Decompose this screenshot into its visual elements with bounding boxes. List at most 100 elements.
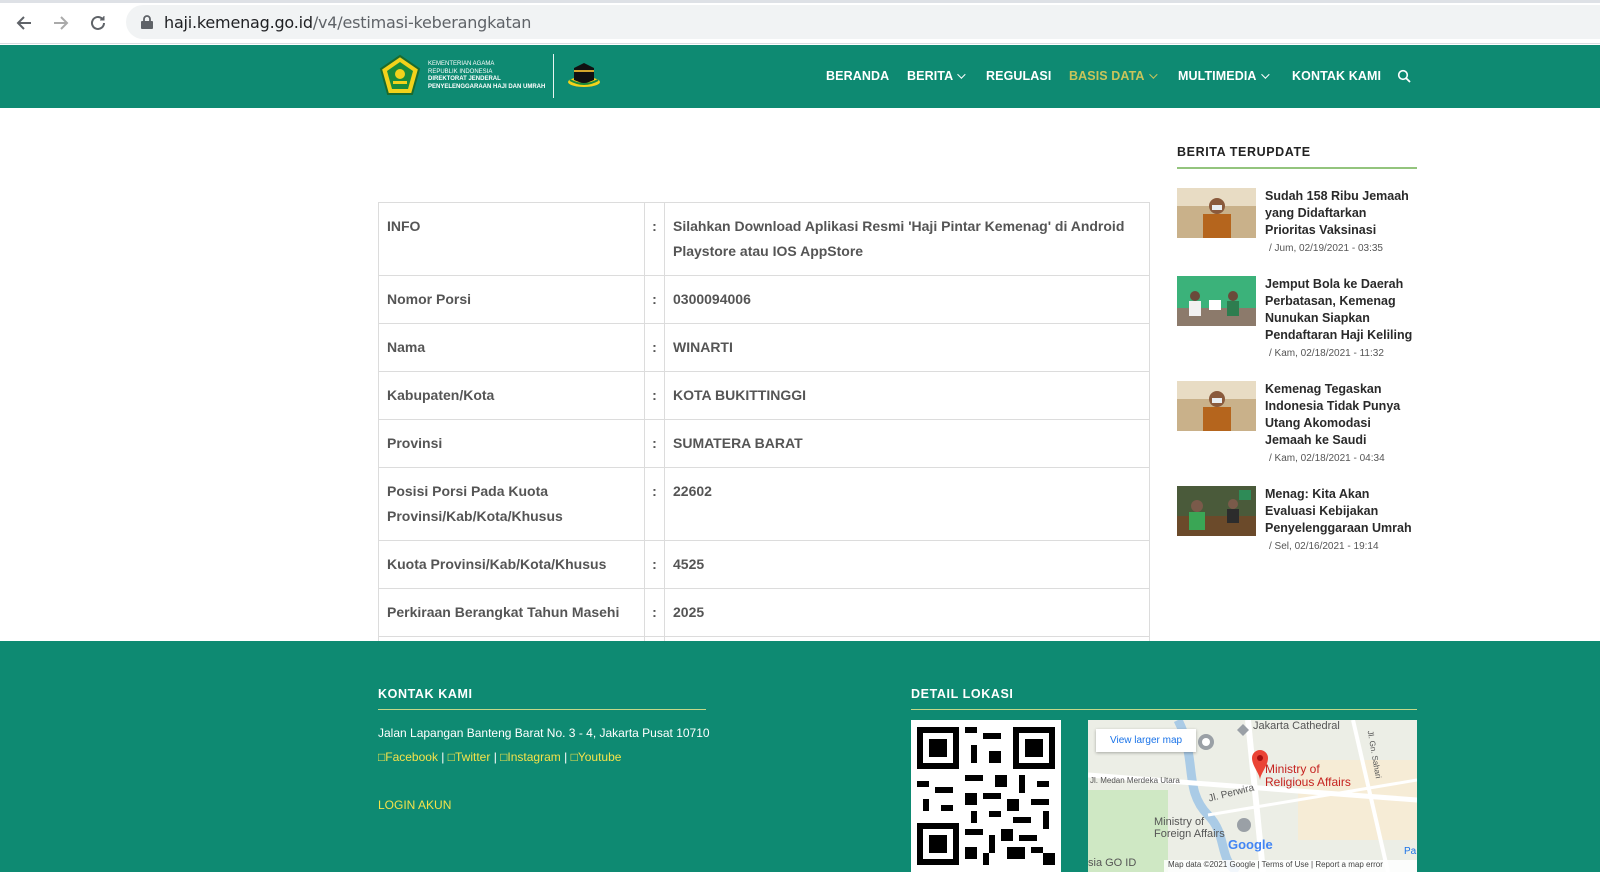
nav-multimedia[interactable]: MULTIMEDIA xyxy=(1178,69,1270,83)
table-row: Kuota Provinsi/Kab/Kota/Khusus : 4525 xyxy=(378,540,1150,589)
row-value: 0300094006 xyxy=(664,275,1150,324)
table-row: Perkiraan Berangkat Tahun Masehi : 2025 xyxy=(378,588,1150,637)
news-title[interactable]: Jemput Bola ke Daerah Perbatasan, Kemena… xyxy=(1265,276,1417,344)
map-label: sia GO ID xyxy=(1088,857,1137,869)
news-date: / Kam, 02/18/2021 - 04:34 xyxy=(1269,453,1385,464)
news-date: / Kam, 02/18/2021 - 11:32 xyxy=(1269,348,1384,359)
google-logo: Google xyxy=(1228,837,1273,852)
table-row: Nama : WINARTI xyxy=(378,323,1150,372)
row-key: Nomor Porsi xyxy=(378,275,645,324)
youtube-link[interactable]: □Youtube xyxy=(571,750,622,764)
news-item[interactable]: Menag: Kita Akan Evaluasi Kebijakan Peny… xyxy=(1177,486,1417,556)
row-value: KOTA BUKITTINGGI xyxy=(664,371,1150,420)
news-photo-icon xyxy=(1177,276,1256,326)
table-row: Nomor Porsi : 0300094006 xyxy=(378,275,1150,324)
row-separator: : xyxy=(644,588,665,637)
map-label: Jakarta Cathedral xyxy=(1253,720,1340,732)
map-label: Pa xyxy=(1404,846,1417,857)
tab-strip-edge xyxy=(0,0,1600,3)
reload-icon xyxy=(91,15,105,30)
social-separator: | xyxy=(493,750,497,764)
location-map[interactable]: View larger map Jakarta Cathedral Jl. Me… xyxy=(1088,720,1417,872)
estimation-table: INFO : Silahkan Download Aplikasi Resmi … xyxy=(378,202,1150,685)
row-separator: : xyxy=(644,540,665,589)
contact-address: Jalan Lapangan Banteng Barat No. 3 - 4, … xyxy=(378,726,710,740)
back-button[interactable] xyxy=(11,10,37,36)
news-item[interactable]: Kemenag Tegaskan Indonesia Tidak Punya U… xyxy=(1177,381,1417,466)
map-label: Jl. Medan Merdeka Utara xyxy=(1090,776,1180,785)
chevron-down-icon xyxy=(957,70,966,79)
news-thumbnail[interactable] xyxy=(1177,276,1256,326)
reload-button[interactable] xyxy=(85,10,111,36)
news-thumbnail[interactable] xyxy=(1177,381,1256,431)
row-key: Nama xyxy=(378,323,645,372)
lock-icon xyxy=(141,15,153,29)
row-key: Posisi Porsi Pada Kuota Provinsi/Kab/Kot… xyxy=(378,467,645,541)
news-photo-icon xyxy=(1177,486,1256,536)
table-row: Kabupaten/Kota : KOTA BUKITTINGGI xyxy=(378,371,1150,420)
nav-beranda[interactable]: BERANDA xyxy=(826,69,889,83)
news-photo-icon xyxy=(1177,188,1256,238)
site-footer: KONTAK KAMI Jalan Lapangan Banteng Barat… xyxy=(0,641,1600,872)
table-row: INFO : Silahkan Download Aplikasi Resmi … xyxy=(378,202,1150,276)
news-thumbnail[interactable] xyxy=(1177,188,1256,238)
forward-button[interactable] xyxy=(48,10,74,36)
arrow-left-icon xyxy=(16,16,31,30)
chevron-down-icon xyxy=(1148,70,1158,79)
row-separator: : xyxy=(644,419,665,468)
row-key: Kabupaten/Kota xyxy=(378,371,645,420)
row-separator: : xyxy=(644,202,665,276)
browser-toolbar: haji.kemenag.go.id/v4/estimasi-keberangk… xyxy=(0,0,1600,44)
contact-title: KONTAK KAMI xyxy=(378,687,706,710)
row-key: Provinsi xyxy=(378,419,645,468)
row-value: 2025 xyxy=(664,588,1150,637)
social-separator: | xyxy=(441,750,445,764)
nav-basis-data[interactable]: BASIS DATA xyxy=(1069,69,1158,83)
row-value: 22602 xyxy=(664,467,1150,541)
arrow-right-icon xyxy=(54,16,69,30)
row-value: SUMATERA BARAT xyxy=(664,419,1150,468)
facebook-link[interactable]: □Facebook xyxy=(378,750,438,764)
nav-berita[interactable]: BERITA xyxy=(907,69,966,83)
main-navigation: BERANDA BERITA REGULASI BASIS DATA MULTI… xyxy=(0,45,1600,108)
news-title[interactable]: Menag: Kita Akan Evaluasi Kebijakan Peny… xyxy=(1265,486,1417,537)
qr-code-icon xyxy=(911,721,1061,871)
login-link[interactable]: LOGIN AKUN xyxy=(378,798,451,812)
row-key: INFO xyxy=(378,202,645,276)
qr-code xyxy=(911,720,1061,872)
row-separator: : xyxy=(644,275,665,324)
news-photo-icon xyxy=(1177,381,1256,431)
row-separator: : xyxy=(644,371,665,420)
location-title: DETAIL LOKASI xyxy=(911,687,1417,710)
search-icon[interactable] xyxy=(1397,69,1411,83)
row-key: Perkiraan Berangkat Tahun Masehi xyxy=(378,588,645,637)
news-title[interactable]: Sudah 158 Ribu Jemaah yang Didaftarkan P… xyxy=(1265,188,1417,239)
news-title[interactable]: Kemenag Tegaskan Indonesia Tidak Punya U… xyxy=(1265,381,1417,449)
address-bar[interactable]: haji.kemenag.go.id/v4/estimasi-keberangk… xyxy=(126,5,1600,39)
row-value: Silahkan Download Aplikasi Resmi 'Haji P… xyxy=(664,202,1150,276)
row-separator: : xyxy=(644,323,665,372)
map-attribution[interactable]: Map data ©2021 Google | Terms of Use | R… xyxy=(1164,860,1417,872)
twitter-link[interactable]: □Twitter xyxy=(448,750,491,764)
row-value: WINARTI xyxy=(664,323,1150,372)
social-links: □Facebook | □Twitter | □Instagram | □You… xyxy=(378,750,621,764)
instagram-link[interactable]: □Instagram xyxy=(500,750,561,764)
row-separator: : xyxy=(644,467,665,541)
map-pin-label: Ministry of Religious Affairs xyxy=(1265,762,1351,789)
news-date: / Jum, 02/19/2021 - 03:35 xyxy=(1269,243,1383,254)
nav-kontak-kami[interactable]: KONTAK KAMI xyxy=(1292,69,1381,83)
nav-regulasi[interactable]: REGULASI xyxy=(986,69,1051,83)
news-date: / Sel, 02/16/2021 - 19:14 xyxy=(1269,541,1379,552)
table-row: Provinsi : SUMATERA BARAT xyxy=(378,419,1150,468)
news-item[interactable]: Sudah 158 Ribu Jemaah yang Didaftarkan P… xyxy=(1177,188,1417,268)
table-row: Posisi Porsi Pada Kuota Provinsi/Kab/Kot… xyxy=(378,467,1150,541)
view-larger-map-link[interactable]: View larger map xyxy=(1096,729,1197,752)
site-header: KEMENTERIAN AGAMA REPUBLIK INDONESIA DIR… xyxy=(0,45,1600,108)
row-value: 4525 xyxy=(664,540,1150,589)
news-thumbnail[interactable] xyxy=(1177,486,1256,536)
row-key: Kuota Provinsi/Kab/Kota/Khusus xyxy=(378,540,645,589)
chevron-down-icon xyxy=(1260,70,1270,79)
news-item[interactable]: Jemput Bola ke Daerah Perbatasan, Kemena… xyxy=(1177,276,1417,371)
sidebar-title: BERITA TERUPDATE xyxy=(1177,145,1417,169)
social-separator: | xyxy=(564,750,568,764)
